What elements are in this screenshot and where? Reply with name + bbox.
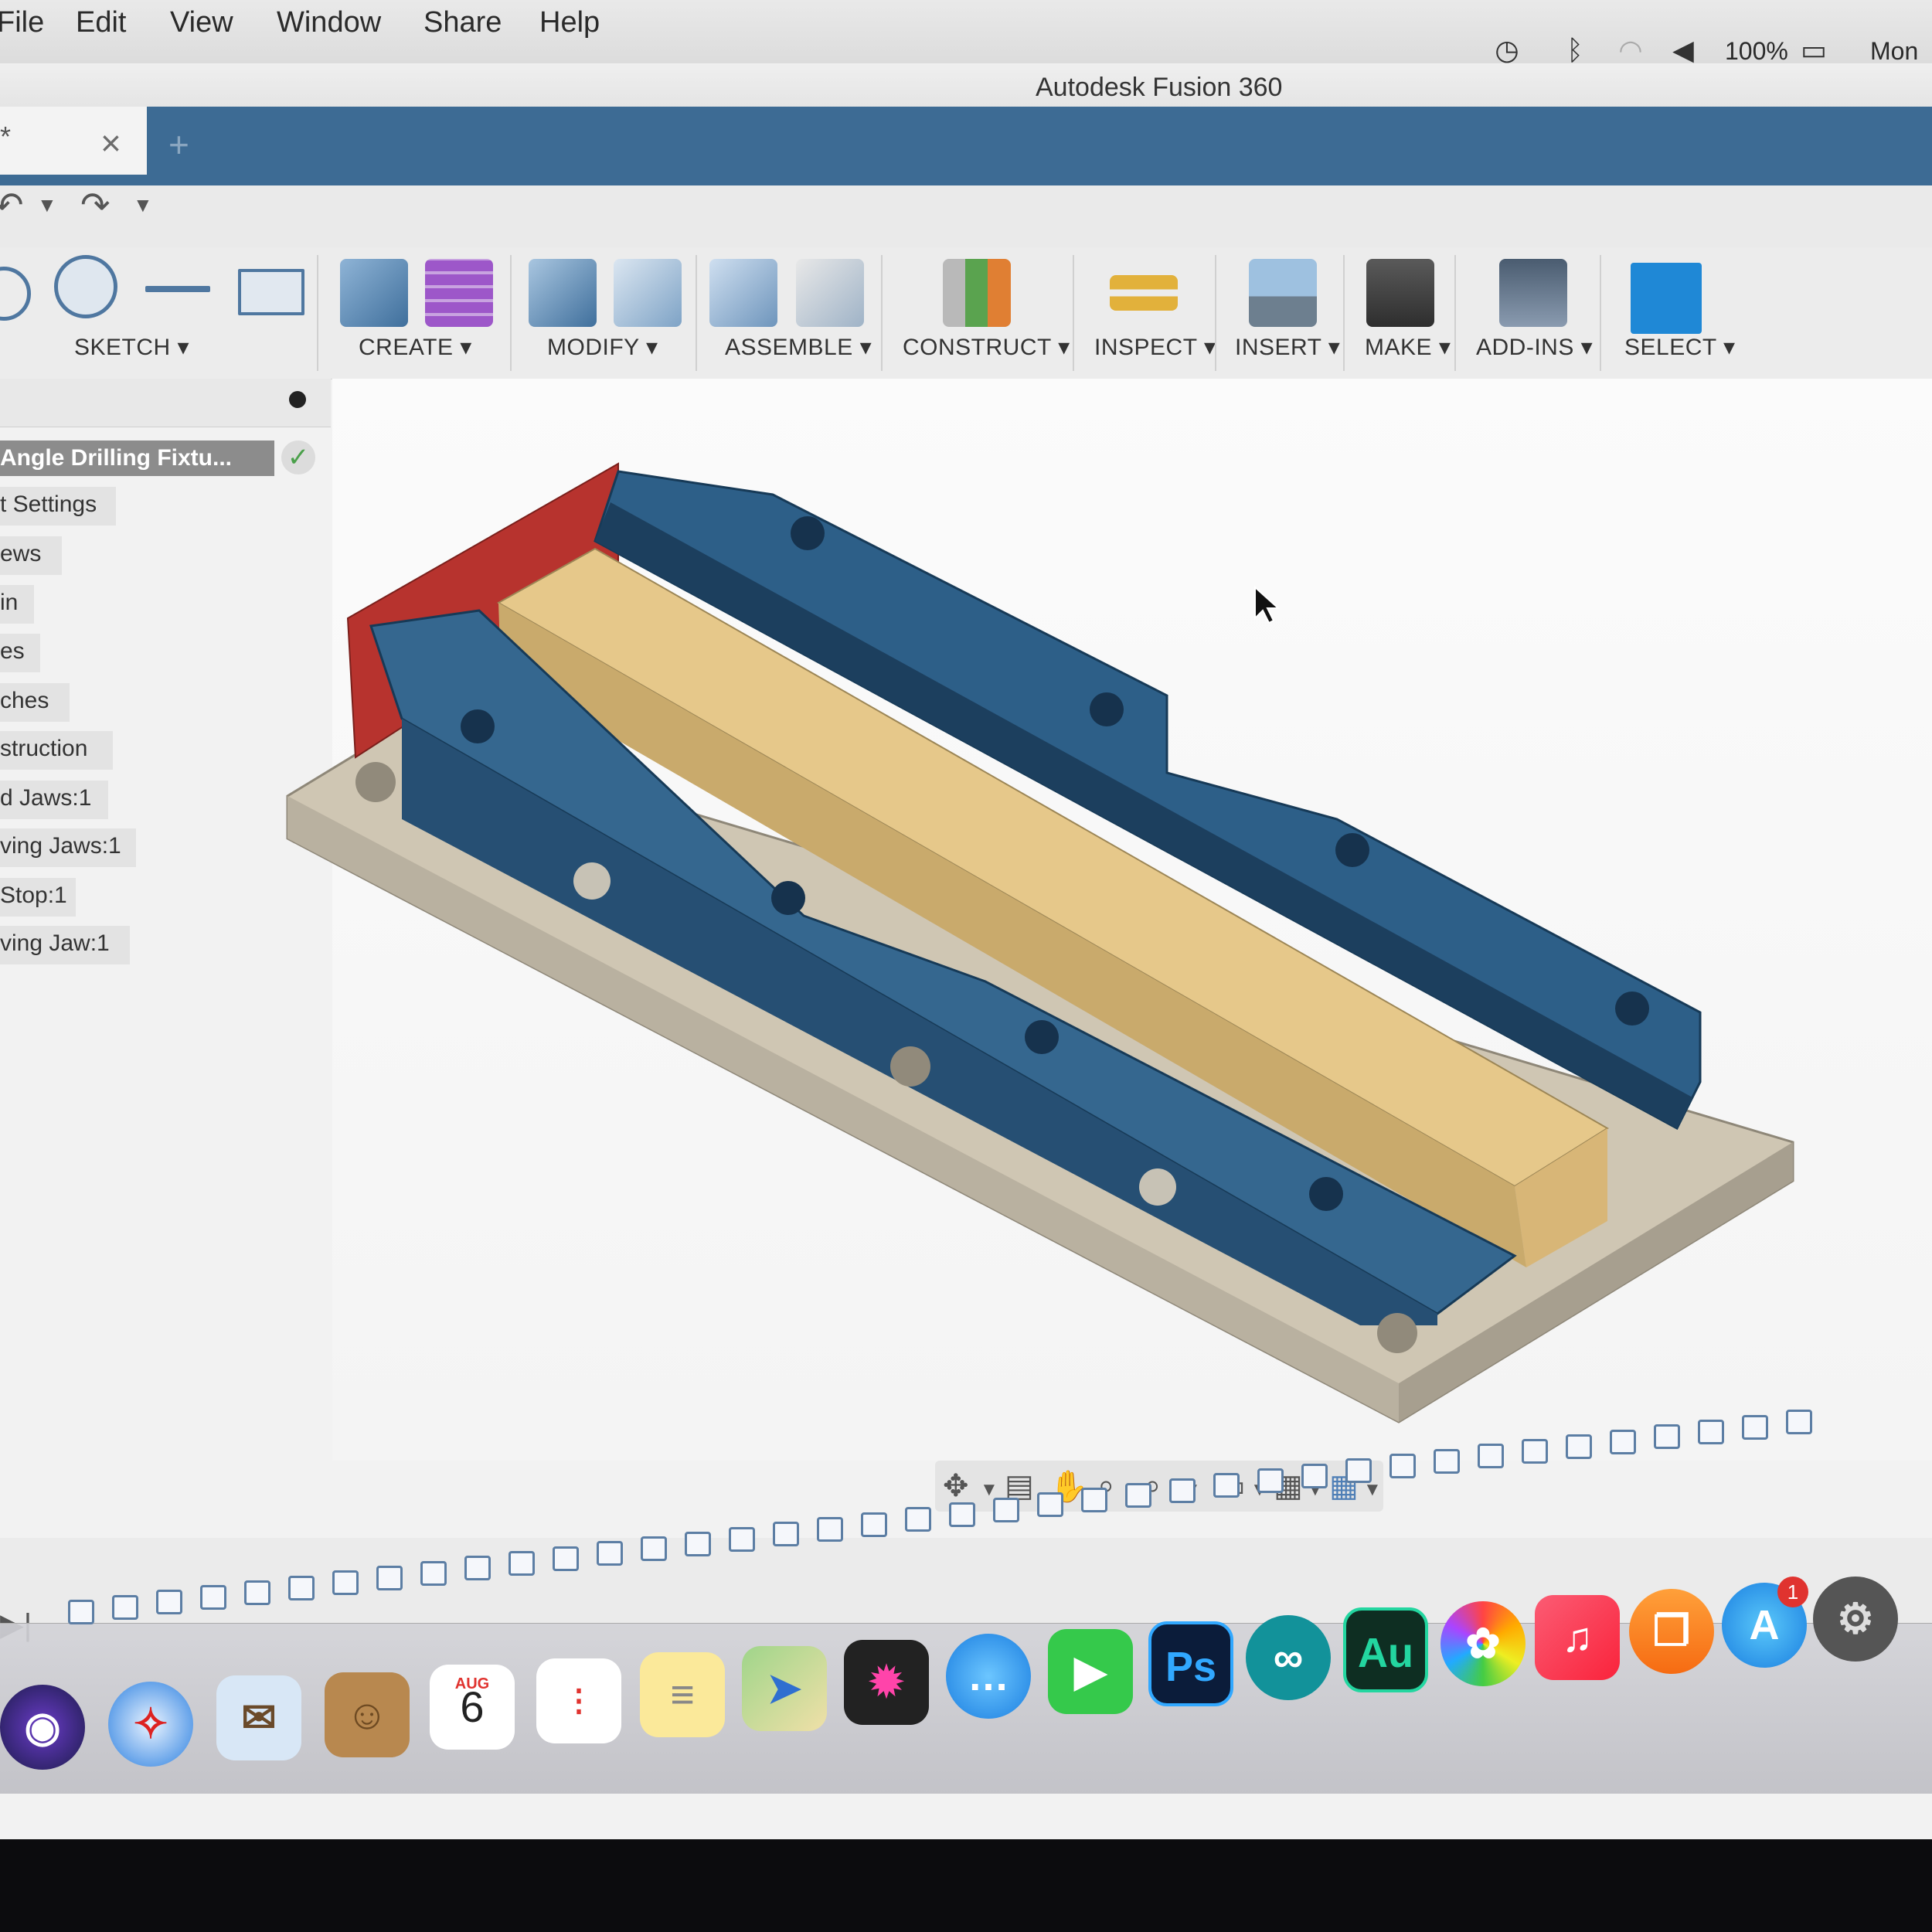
plate-hole (1377, 1313, 1417, 1353)
timeline-feature-icon[interactable] (773, 1522, 799, 1547)
plate-hole (890, 1046, 930, 1087)
mount-hole (461, 709, 495, 743)
timeline-feature-icon[interactable] (112, 1594, 138, 1620)
timeline-feature-icon[interactable] (1434, 1448, 1460, 1474)
mount-hole (1309, 1177, 1343, 1211)
final-cut-icon[interactable]: ✹ (844, 1640, 929, 1725)
maps-icon[interactable]: ➤ (742, 1646, 827, 1731)
timeline-feature-icon[interactable] (1213, 1473, 1240, 1498)
facetime-icon[interactable]: ▶ (1048, 1629, 1133, 1714)
photoshop-label: Ps (1165, 1644, 1217, 1690)
timeline-feature-icon[interactable] (949, 1502, 975, 1527)
timeline-feature-icon[interactable] (156, 1590, 182, 1615)
mount-hole (1025, 1020, 1059, 1054)
plate-hole (355, 762, 396, 802)
arduino-icon[interactable]: ∞ (1246, 1615, 1331, 1700)
audition-label: Au (1358, 1630, 1413, 1676)
timeline-feature-icon[interactable] (993, 1497, 1019, 1522)
reminders-icon[interactable]: ⋮ (536, 1658, 621, 1743)
timeline-feature-icon[interactable] (685, 1531, 711, 1556)
timeline-feature-icon[interactable] (553, 1546, 579, 1571)
timeline-feature-icon[interactable] (1610, 1429, 1636, 1454)
timeline-feature-icon[interactable] (861, 1512, 887, 1537)
calendar-month: AUG (454, 1675, 490, 1692)
mount-hole (791, 516, 825, 550)
mount-hole (771, 881, 805, 915)
timeline-feature-icon[interactable] (376, 1565, 403, 1590)
timeline-feature-icon[interactable] (1169, 1478, 1196, 1503)
contacts-icon[interactable]: ☺ (325, 1672, 410, 1757)
timeline-feature-icon[interactable] (1786, 1410, 1812, 1435)
threaded-hole (573, 862, 611, 900)
timeline-feature-icon[interactable] (420, 1560, 447, 1586)
timeline-feature-icon[interactable] (1345, 1458, 1372, 1484)
books-icon[interactable]: ❐ (1629, 1589, 1714, 1674)
timeline-feature-icon[interactable] (464, 1556, 491, 1581)
orbit-icon[interactable]: ✥ (943, 1468, 969, 1504)
timeline-feature-icon[interactable] (1081, 1488, 1107, 1513)
mount-hole (1090, 692, 1124, 726)
timeline-feature-icon[interactable] (905, 1507, 931, 1532)
mount-hole (1335, 833, 1369, 867)
app-store-badge: 1 (1777, 1577, 1808, 1607)
audition-icon[interactable]: Au (1343, 1607, 1428, 1692)
timeline-feature-icon[interactable] (1125, 1482, 1151, 1508)
messages-icon[interactable]: … (946, 1634, 1031, 1719)
timeline-feature-icon[interactable] (1742, 1414, 1768, 1440)
music-icon[interactable]: ♫ (1535, 1595, 1620, 1680)
timeline-feature-icon[interactable] (1522, 1439, 1548, 1464)
calendar-icon[interactable]: AUG 6 (430, 1665, 515, 1750)
screen: File Edit View Window Share Help ◷ ᛒ ◠ ◀… (0, 0, 1932, 1839)
timeline-feature-icon[interactable] (68, 1600, 94, 1624)
mouse-cursor-icon (1254, 585, 1281, 624)
safari-icon[interactable]: ✧ (108, 1682, 193, 1767)
timeline-feature-icon[interactable] (1654, 1424, 1680, 1450)
timeline-feature-icon[interactable] (244, 1580, 270, 1605)
timeline-feature-icon[interactable] (817, 1516, 843, 1542)
timeline-feature-icon[interactable] (1478, 1444, 1504, 1469)
system-preferences-icon[interactable]: ⚙ (1813, 1577, 1898, 1662)
timeline-feature-icon[interactable] (200, 1585, 226, 1611)
timeline-feature-icon[interactable] (729, 1526, 755, 1552)
timeline-feature-icon[interactable] (1389, 1454, 1416, 1478)
timeline-feature-icon[interactable] (288, 1575, 315, 1600)
timeline-feature-icon[interactable] (1257, 1468, 1284, 1493)
timeline-feature-icon[interactable] (332, 1570, 359, 1596)
timeline-feature-icon[interactable] (597, 1541, 623, 1566)
mail-icon[interactable]: ✉ (216, 1675, 301, 1760)
timeline-feature-icon[interactable] (1566, 1434, 1592, 1459)
timeline-feature-icon[interactable] (1037, 1492, 1063, 1518)
mount-hole (1615, 992, 1649, 1026)
timeline-feature-icon[interactable] (641, 1536, 667, 1562)
photos-icon[interactable]: ✿ (1440, 1601, 1526, 1686)
photoshop-icon[interactable]: Ps (1148, 1621, 1233, 1706)
timeline-feature-icon[interactable] (1698, 1419, 1724, 1444)
notes-icon[interactable]: ≡ (640, 1652, 725, 1737)
timeline-feature-icon[interactable] (509, 1551, 535, 1576)
threaded-hole (1139, 1168, 1176, 1206)
siri-icon[interactable]: ◉ (0, 1685, 85, 1770)
timeline-feature-icon[interactable] (1301, 1463, 1328, 1488)
